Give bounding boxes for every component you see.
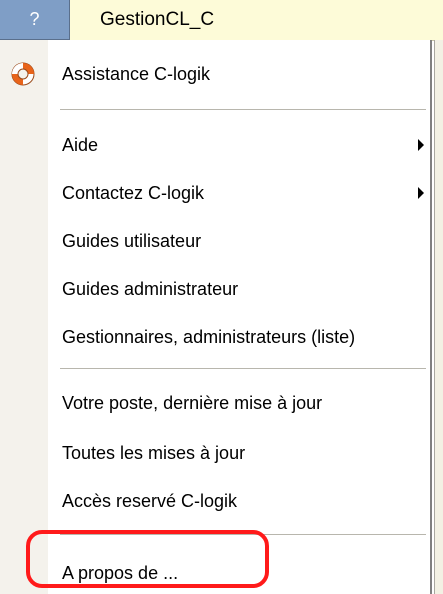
menu-item-gestionnaires[interactable]: Gestionnaires, administrateurs (liste) [0,313,430,361]
menu-item-label: Guides administrateur [62,278,239,299]
menu-item-guides-utilisateur[interactable]: Guides utilisateur [0,217,430,265]
menu-separator [60,368,426,370]
menu-bar: ? GestionCL_C [0,0,443,41]
lifebuoy-icon [11,62,35,86]
menu-item-contactez[interactable]: Contactez C-logik [0,169,430,217]
menu-item-guides-administrateur[interactable]: Guides administrateur [0,265,430,313]
menu-item-label: Accès reservé C-logik [62,490,238,511]
help-dropdown-menu: Assistance C-logik Aide Contactez C-logi… [0,40,432,594]
app-window: ? GestionCL_C Assistance C-logik Aide Co… [0,0,443,594]
menu-item-toutes-mises-a-jour[interactable]: Toutes les mises à jour [0,429,430,477]
menu-separator [60,109,426,111]
menu-item-votre-poste[interactable]: Votre poste, dernière mise à jour [0,379,430,427]
red-highlight-annotation [26,530,269,588]
menu-item-assistance[interactable]: Assistance C-logik [0,50,430,98]
submenu-arrow-icon [418,139,424,151]
help-menu[interactable]: ? [0,0,70,40]
menu-item-aide[interactable]: Aide [0,121,430,169]
menu-item-label: Guides utilisateur [62,230,202,251]
menu-item-label: Toutes les mises à jour [62,442,246,463]
submenu-arrow-icon [418,187,424,199]
background-window-edge [434,40,443,594]
window-title: GestionCL_C [100,9,215,30]
menu-item-label: Contactez C-logik [62,182,205,203]
help-menu-label: ? [29,9,40,29]
menu-item-label: Aide [62,134,99,155]
menu-item-label: Gestionnaires, administrateurs (liste) [62,326,356,347]
menu-item-acces-reserve[interactable]: Accès reservé C-logik [0,477,430,525]
menu-item-label: Votre poste, dernière mise à jour [62,392,323,413]
menu-item-label: Assistance C-logik [62,63,211,84]
